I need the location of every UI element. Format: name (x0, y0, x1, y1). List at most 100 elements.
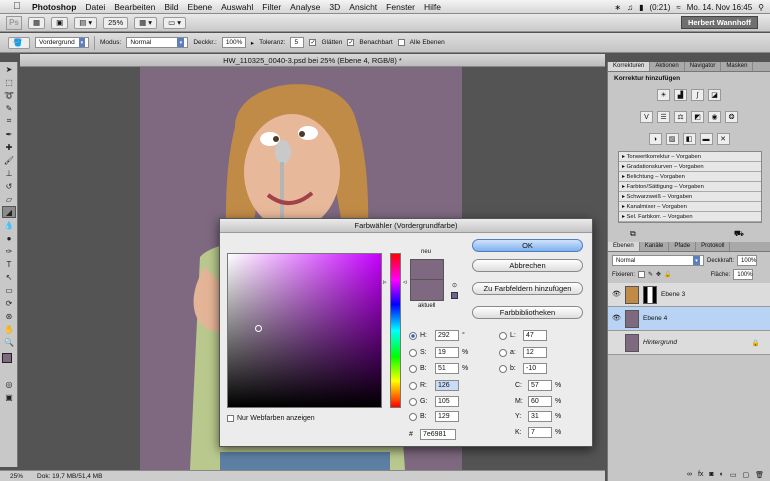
3d-rotate-tool-icon[interactable]: ⟳ (2, 297, 16, 309)
menu-bild[interactable]: Bild (164, 2, 178, 12)
blue-radio[interactable] (409, 412, 417, 421)
blur-tool-icon[interactable]: 💧 (2, 219, 16, 231)
lab-b-input[interactable]: -10 (523, 363, 547, 374)
all-layers-checkbox[interactable] (397, 39, 405, 46)
web-colors-checkbox[interactable] (227, 415, 234, 422)
layer-mask-thumbnail[interactable] (643, 285, 657, 304)
brightness-radio[interactable] (409, 364, 417, 373)
black-input[interactable]: 7 (528, 427, 552, 438)
marquee-tool-icon[interactable]: ⬚ (2, 76, 16, 88)
fx-icon[interactable]: fx (698, 471, 703, 479)
lab-a-input[interactable]: 12 (523, 347, 547, 358)
hand-tool-icon[interactable]: ✋ (2, 323, 16, 335)
preset-item[interactable]: ▸ Tonwertkorrektur – Vorgaben (619, 152, 761, 162)
tab-masken[interactable]: Masken (721, 62, 754, 71)
tab-pfade[interactable]: Pfade (669, 242, 697, 251)
tab-aktionen[interactable]: Aktionen (650, 62, 685, 71)
bluetooth-icon[interactable]: ∗ (614, 3, 621, 12)
red-input[interactable]: 126 (435, 380, 459, 391)
blend-mode-select[interactable]: Normal ▾ (612, 255, 704, 266)
tolerance-input[interactable]: 5 (290, 37, 305, 48)
blue-input[interactable]: 129 (435, 411, 459, 422)
hue-slider[interactable] (390, 253, 401, 408)
levels-icon[interactable]: ▟ (674, 89, 687, 101)
hue-slider-left-arrow[interactable]: ▹ (383, 278, 387, 286)
brush-tool-icon[interactable]: 🖌 (2, 154, 16, 166)
lock-paint-icon[interactable]: ✎ (648, 271, 653, 278)
layer-opacity-input[interactable]: 100% (737, 255, 758, 266)
zoom-tool-icon[interactable]: 🔍 (2, 336, 16, 348)
folder-icon[interactable]: ▭ (730, 471, 737, 479)
path-select-tool-icon[interactable]: ↖ (2, 271, 16, 283)
layer-row[interactable]: Hintergrund 🔒 (608, 331, 770, 355)
truck-icon[interactable]: ⛟ (734, 229, 744, 239)
preset-item[interactable]: ▸ Kanalmixer – Vorgaben (619, 202, 761, 212)
minibridge-icon[interactable]: ▣ (51, 16, 69, 29)
wifi-icon[interactable]: ≈ (676, 3, 680, 12)
clip-icon[interactable]: ⧉ (630, 229, 636, 239)
user-name[interactable]: Herbert Wannhoff (680, 16, 758, 29)
preset-item[interactable]: ▸ Farbton/Sättigung – Vorgaben (619, 182, 761, 192)
vibrance-icon[interactable]: V (640, 111, 653, 123)
gamut-warning-icon[interactable]: ⊙ (452, 282, 457, 289)
fill-source-select[interactable]: Vordergrund ▾ (35, 37, 89, 48)
preset-item[interactable]: ▸ Belichtung – Vorgaben (619, 172, 761, 182)
magenta-input[interactable]: 60 (528, 396, 552, 407)
lasso-tool-icon[interactable]: ➰ (2, 89, 16, 101)
healing-tool-icon[interactable]: ✚ (2, 141, 16, 153)
bridge-icon[interactable]: ▦ (28, 16, 46, 29)
history-brush-tool-icon[interactable]: ↺ (2, 180, 16, 192)
menu-datei[interactable]: Datei (85, 2, 105, 12)
invert-icon[interactable]: ◑ (648, 133, 662, 145)
threshold-icon[interactable]: ◧ (682, 133, 696, 145)
battery-icon[interactable]: ▮ (639, 3, 643, 12)
gradient-map-icon[interactable]: ▬ (699, 133, 713, 145)
selective-color-icon[interactable]: ✕ (716, 133, 730, 145)
foreground-color-swatch[interactable] (2, 353, 12, 363)
posterize-icon[interactable]: ▨ (665, 133, 679, 145)
status-zoom[interactable]: 25% (10, 473, 23, 480)
tab-kanaele[interactable]: Kanäle (640, 242, 670, 251)
mode-select[interactable]: Normal ▾ (126, 37, 189, 48)
preset-item[interactable]: ▸ Sel. Farbkorr. – Vorgaben (619, 212, 761, 222)
hue-saturation-icon[interactable]: ☰ (657, 111, 670, 123)
hue-input[interactable]: 292 (435, 330, 459, 341)
menu-hilfe[interactable]: Hilfe (424, 2, 441, 12)
red-radio[interactable] (409, 381, 417, 390)
lab-l-radio[interactable] (499, 331, 507, 340)
crop-tool-icon[interactable]: ⌗ (2, 115, 16, 127)
menu-bearbeiten[interactable]: Bearbeiten (114, 2, 155, 12)
eyedropper-tool-icon[interactable]: ✒ (2, 128, 16, 140)
quick-mask-icon[interactable]: ◎ (2, 378, 16, 390)
stamp-tool-icon[interactable]: ⊥ (2, 167, 16, 179)
tab-navigator[interactable]: Navigator (685, 62, 722, 71)
dodge-tool-icon[interactable]: ● (2, 232, 16, 244)
menu-ansicht[interactable]: Ansicht (349, 2, 377, 12)
smooth-checkbox[interactable]: ✓ (309, 39, 317, 46)
menu-auswahl[interactable]: Auswahl (221, 2, 253, 12)
tab-protokoll[interactable]: Protokoll (696, 242, 731, 251)
adjustment-layer-icon[interactable]: ◐ (720, 471, 724, 479)
apple-icon[interactable]:  (10, 1, 24, 12)
yellow-input[interactable]: 31 (528, 411, 552, 422)
tab-korrekturen[interactable]: Korrekturen (608, 62, 651, 71)
hex-input[interactable]: 7e6981 (420, 429, 456, 440)
clock[interactable]: Mo. 14. Nov 16:45 (687, 3, 752, 12)
opacity-arrow-icon[interactable]: ▸ (251, 39, 254, 47)
preset-item[interactable]: ▸ Schwarzweiß – Vorgaben (619, 192, 761, 202)
menu-filter[interactable]: Filter (262, 2, 281, 12)
pen-tool-icon[interactable]: ✑ (2, 245, 16, 257)
black-white-icon[interactable]: ◩ (691, 111, 704, 123)
layer-row[interactable]: 👁 Ebene 3 (608, 283, 770, 307)
opacity-input[interactable]: 100% (221, 37, 246, 48)
preset-item[interactable]: ▸ Gradationskurven – Vorgaben (619, 162, 761, 172)
lock-move-icon[interactable]: ✥ (656, 271, 661, 278)
add-to-swatches-button[interactable]: Zu Farbfeldern hinzufügen (472, 282, 583, 295)
layer-row[interactable]: 👁 Ebene 4 (608, 307, 770, 331)
lab-b-radio[interactable] (499, 364, 507, 373)
color-libraries-button[interactable]: Farbbibliotheken (472, 306, 583, 319)
saturation-input[interactable]: 19 (435, 347, 459, 358)
exposure-icon[interactable]: ◪ (708, 89, 721, 101)
screen-mode-icon[interactable]: ▭ ▾ (163, 16, 187, 29)
type-tool-icon[interactable]: T (2, 258, 16, 270)
